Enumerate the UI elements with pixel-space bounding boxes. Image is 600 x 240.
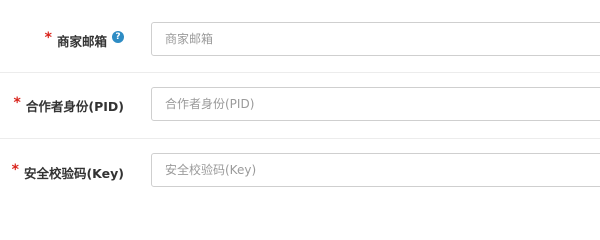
required-asterisk: * — [11, 162, 19, 178]
partner-pid-label-text: 合作者身份(PID) — [25, 99, 124, 114]
question-circle-icon[interactable]: ? — [112, 31, 124, 43]
form-row-security-key: * 安全校验码(Key) — [0, 138, 600, 204]
security-key-label: * 安全校验码(Key) — [0, 138, 124, 204]
partner-pid-label: * 合作者身份(PID) — [0, 72, 124, 138]
form-row-partner-pid: * 合作者身份(PID) — [0, 72, 600, 138]
merchant-email-input[interactable] — [151, 22, 600, 56]
partner-pid-input[interactable] — [151, 87, 600, 121]
security-key-input[interactable] — [151, 153, 600, 187]
merchant-email-label-text: 商家邮箱 — [56, 34, 107, 49]
required-asterisk: * — [13, 95, 21, 111]
merchant-email-label: * 商家邮箱 ? — [0, 6, 124, 72]
security-key-label-text: 安全校验码(Key) — [23, 166, 124, 181]
required-asterisk: * — [44, 30, 52, 46]
form-row-merchant-email: * 商家邮箱 ? — [0, 6, 600, 72]
payment-settings-form: * 商家邮箱 ? * 合作者身份(PID) * 安全校验码(Key) — [0, 0, 600, 203]
